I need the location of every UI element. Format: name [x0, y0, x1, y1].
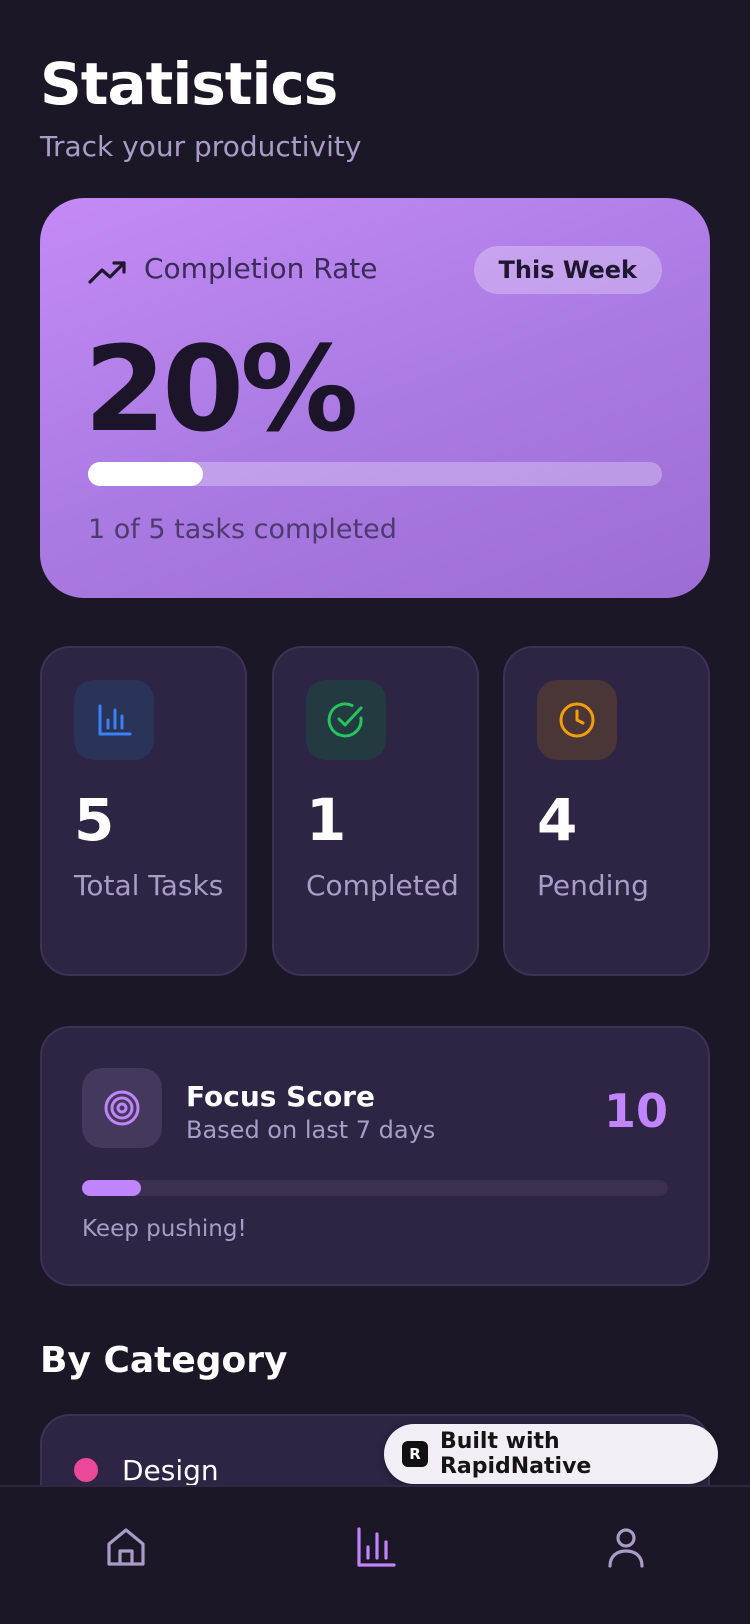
home-icon — [107, 1528, 145, 1566]
stat-icon-box — [306, 680, 386, 760]
user-icon — [608, 1528, 644, 1568]
page-subtitle: Track your productivity — [40, 130, 362, 163]
stat-label: Completed — [306, 869, 459, 902]
rapidnative-logo-icon: R — [402, 1441, 428, 1467]
target-icon — [104, 1090, 140, 1126]
built-with-text: Built with RapidNative — [439, 1429, 592, 1479]
category-section-title: By Category — [40, 1340, 288, 1381]
trending-up-icon — [88, 261, 126, 284]
category-color-dot — [74, 1458, 98, 1482]
nav-item-profile[interactable] — [596, 1517, 656, 1577]
focus-caption: Keep pushing! — [82, 1216, 247, 1242]
stat-value: 1 — [306, 786, 347, 854]
completion-rate-card: Completion Rate This Week 20% 1 of 5 tas… — [40, 198, 710, 598]
statistics-screen: Statistics Track your productivity Compl… — [0, 0, 750, 1624]
completion-caption: 1 of 5 tasks completed — [88, 514, 397, 545]
stat-card-total-tasks[interactable]: 5 Total Tasks — [40, 646, 247, 976]
focus-progress-bar — [82, 1180, 668, 1196]
focus-progress-fill — [82, 1180, 141, 1196]
period-badge[interactable]: This Week — [473, 246, 662, 294]
nav-item-home[interactable] — [96, 1517, 156, 1577]
bottom-nav — [0, 1485, 750, 1624]
stat-card-pending[interactable]: 4 Pending — [503, 646, 710, 976]
stat-icon-box — [537, 680, 617, 760]
category-name: Design — [122, 1454, 219, 1487]
focus-score-subtitle: Based on last 7 days — [186, 1116, 436, 1144]
clock-icon — [559, 702, 595, 738]
stat-value: 5 — [74, 786, 115, 854]
nav-item-stats[interactable] — [346, 1517, 406, 1577]
focus-icon-box — [82, 1068, 162, 1148]
stat-icon-box — [74, 680, 154, 760]
focus-score-title: Focus Score — [186, 1080, 375, 1113]
completion-rate-label: Completion Rate — [144, 252, 378, 285]
built-with-badge[interactable]: R Built with RapidNative — [384, 1424, 718, 1484]
check-circle-icon — [327, 702, 363, 738]
completion-progress-fill — [88, 462, 203, 486]
focus-score-value: 10 — [603, 1084, 668, 1138]
stat-value: 4 — [537, 786, 578, 854]
stat-card-completed[interactable]: 1 Completed — [272, 646, 479, 976]
completion-rate-value: 20% — [84, 320, 358, 458]
stat-label: Total Tasks — [74, 869, 224, 902]
completion-progress-bar — [88, 462, 662, 486]
bar-chart-icon — [357, 1527, 396, 1567]
focus-score-card[interactable]: Focus Score Based on last 7 days 10 Keep… — [40, 1026, 710, 1286]
stat-label: Pending — [537, 869, 649, 902]
page-title: Statistics — [40, 50, 338, 118]
bar-chart-icon — [98, 704, 132, 736]
